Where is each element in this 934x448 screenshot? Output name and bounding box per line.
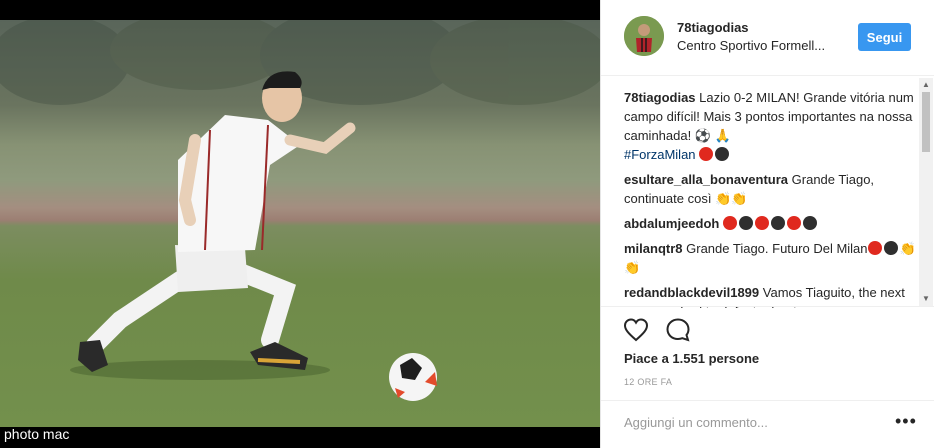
black-circle-emoji xyxy=(715,147,730,161)
scroll-thumb[interactable] xyxy=(922,92,930,152)
red-circle-emoji xyxy=(722,216,737,230)
post-photo[interactable] xyxy=(0,20,600,427)
comment-username[interactable]: redandblackdevil1899 xyxy=(624,285,759,300)
red-circle-emoji xyxy=(786,216,801,230)
comment-item: redandblackdevil1899 Vamos Tiaguito, the… xyxy=(624,283,920,308)
comment-caption: 78tiagodias Lazio 0-2 MILAN! Grande vitó… xyxy=(624,88,920,164)
comment-text: Grande Tiago. Futuro Del Milan xyxy=(686,241,868,256)
red-circle-emoji xyxy=(754,216,769,230)
comment-item: esultare_alla_bonaventura Grande Tiago, … xyxy=(624,170,920,208)
comment-username[interactable]: milanqtr8 xyxy=(624,241,683,256)
add-comment-bar: ••• xyxy=(601,400,934,448)
post-header: 78tiagodias Centro Sportivo Formell... S… xyxy=(601,0,934,76)
photo-watermark: photo mac xyxy=(4,426,70,442)
comments-scrollbar[interactable]: ▲ ▼ xyxy=(919,78,933,306)
likes-count[interactable]: Piace a 1.551 persone xyxy=(624,351,759,366)
post-location[interactable]: Centro Sportivo Formell... xyxy=(677,38,825,53)
more-options-icon[interactable]: ••• xyxy=(895,411,917,431)
post-timestamp[interactable]: 12 ORE FA xyxy=(624,377,672,387)
football-player-image xyxy=(0,20,600,401)
avatar-image xyxy=(624,16,664,56)
scroll-down-arrow-icon[interactable]: ▼ xyxy=(922,294,930,304)
comment-username[interactable]: 78tiagodias xyxy=(624,90,696,105)
black-circle-emoji xyxy=(770,216,785,230)
black-circle-emoji xyxy=(802,216,817,230)
post-photo-pane: photo mac xyxy=(0,0,600,448)
post-username[interactable]: 78tiagodias xyxy=(677,20,749,35)
follow-button[interactable]: Segui xyxy=(858,23,911,51)
avatar[interactable] xyxy=(624,16,664,56)
comment-item: milanqtr8 Grande Tiago. Futuro Del Milan… xyxy=(624,239,920,277)
red-circle-emoji xyxy=(699,147,714,161)
heart-icon[interactable] xyxy=(623,317,649,343)
scroll-up-arrow-icon[interactable]: ▲ xyxy=(922,80,930,90)
add-comment-input[interactable] xyxy=(624,411,874,433)
comments-list: 78tiagodias Lazio 0-2 MILAN! Grande vitó… xyxy=(624,88,920,308)
comment-username[interactable]: esultare_alla_bonaventura xyxy=(624,172,788,187)
comment-icon[interactable] xyxy=(665,317,691,343)
black-circle-emoji xyxy=(738,216,753,230)
hashtag-link[interactable]: #ForzaMilan xyxy=(624,147,696,162)
red-circle-emoji xyxy=(867,241,882,255)
comment-username[interactable]: abdalumjeedoh xyxy=(624,216,719,231)
post-sidebar: 78tiagodias Centro Sportivo Formell... S… xyxy=(600,0,934,448)
black-circle-emoji xyxy=(883,241,898,255)
comment-item: abdalumjeedoh xyxy=(624,214,920,233)
